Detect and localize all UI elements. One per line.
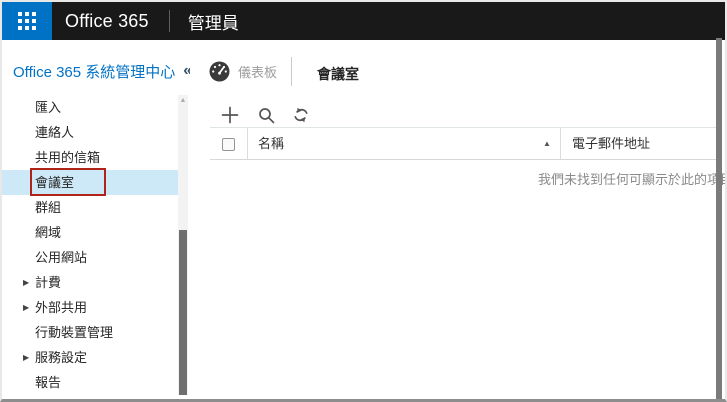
sidebar-item-billing[interactable]: ▶ 計費 [2,270,178,295]
sidebar-item-label: 公用網站 [35,250,88,265]
refresh-icon [294,107,308,123]
empty-list-message: 我們未找到任何可顯示於此的項目。 [538,172,727,187]
frame-shadow [716,38,722,399]
sidebar-item-public-website[interactable]: 公用網站 [2,245,178,270]
topbar-divider [168,10,170,32]
breadcrumb: 儀表板 會議室 [190,40,716,88]
scrollbar-up-arrow[interactable]: ▲ [178,95,188,107]
breadcrumb-dashboard-label: 儀表板 [238,65,278,80]
screenshot-frame: Office 365 管理員 Office 365 系統管理中心 « 匯入 連絡… [0,0,727,402]
sidebar: Office 365 系統管理中心 « 匯入 連絡人 共用的信箱 會議室 群組 … [2,40,192,399]
expand-arrow-icon: ▶ [23,353,30,362]
breadcrumb-dashboard-link[interactable]: 儀表板 [209,61,277,82]
plus-icon [221,106,239,124]
select-all-checkbox[interactable] [222,138,235,151]
topbar: Office 365 管理員 [2,2,725,40]
sidebar-item-label: 會議室 [35,175,75,190]
sidebar-item-label: 服務設定 [35,350,88,365]
sidebar-title[interactable]: Office 365 系統管理中心 [13,61,175,82]
sidebar-item-reports[interactable]: 報告 [2,370,178,395]
sidebar-item-label: 計費 [35,275,62,290]
topbar-title: 管理員 [187,13,239,33]
breadcrumb-divider [291,57,292,86]
dashboard-gauge-icon [209,61,230,82]
sidebar-item-mobile-management[interactable]: 行動裝置管理 [2,320,178,345]
brand-logo[interactable]: Office 365 [65,11,149,32]
expand-arrow-icon: ▶ [23,278,30,287]
column-divider [247,128,248,159]
sidebar-item-import[interactable]: 匯入 [2,95,178,120]
search-icon [258,107,274,123]
expand-arrow-icon: ▶ [23,303,30,312]
waffle-grid-icon [18,12,36,30]
page-title: 會議室 [317,66,359,82]
sidebar-header: Office 365 系統管理中心 « [13,60,192,82]
add-button[interactable] [217,102,243,128]
refresh-button[interactable] [288,102,314,128]
sidebar-item-shared-mailboxes[interactable]: 共用的信箱 [2,145,178,170]
sidebar-item-service-settings[interactable]: ▶ 服務設定 [2,345,178,370]
search-button[interactable] [253,102,279,128]
sidebar-item-label: 匯入 [35,100,62,115]
sidebar-item-meeting-rooms[interactable]: 會議室 [2,170,178,195]
sort-ascending-icon: ▲ [543,139,551,148]
sidebar-item-label: 行動裝置管理 [35,325,114,340]
sidebar-item-domains[interactable]: 網域 [2,220,178,245]
sidebar-item-label: 連絡人 [35,125,75,140]
scrollbar-thumb[interactable] [179,230,187,395]
sidebar-item-external-sharing[interactable]: ▶ 外部共用 [2,295,178,320]
column-divider [560,128,561,159]
sidebar-item-label: 群組 [35,200,62,215]
sidebar-item-label: 共用的信箱 [35,150,101,165]
main-content: 儀表板 會議室 名稱 ▲ 電子郵件地址 我們未找到任何可顯示於此的項目。 [190,40,725,399]
sidebar-scrollbar[interactable]: ▲ [178,95,188,395]
app-launcher-button[interactable] [2,2,52,40]
column-header-email[interactable]: 電子郵件地址 [572,128,650,160]
sidebar-item-label: 外部共用 [35,300,88,315]
sidebar-item-contacts[interactable]: 連絡人 [2,120,178,145]
sidebar-nav: 匯入 連絡人 共用的信箱 會議室 群組 網域 公用網站 ▶ 計費 ▶ 外部共用 … [2,95,178,395]
sidebar-item-label: 報告 [35,375,62,390]
table-header-row: 名稱 ▲ 電子郵件地址 [210,127,716,160]
sidebar-item-label: 網域 [35,225,62,240]
sidebar-item-groups[interactable]: 群組 [2,195,178,220]
column-header-name[interactable]: 名稱 [258,128,284,160]
